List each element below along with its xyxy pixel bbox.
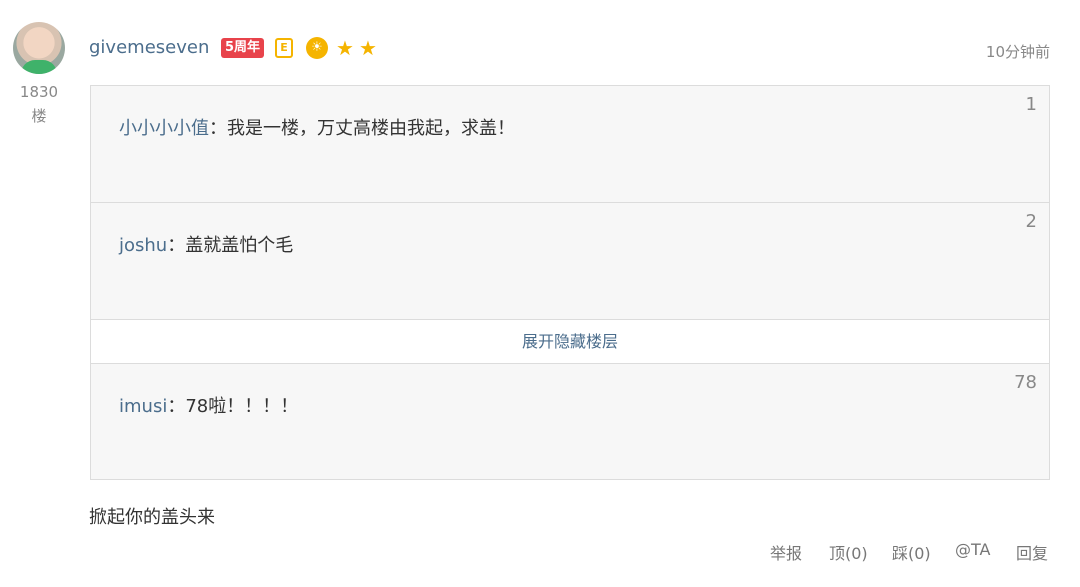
quote-item: joshu：盖就盖怕个毛 2 xyxy=(91,203,1049,320)
mention-button[interactable]: @TA xyxy=(955,540,990,559)
star-icon: ★ xyxy=(359,36,377,60)
downvote-button[interactable]: 踩(0) xyxy=(892,540,931,564)
quote-content: joshu：盖就盖怕个毛 xyxy=(119,231,293,257)
quote-content: imusi：78啦！！！！ xyxy=(119,392,298,418)
username-link[interactable]: givemeseven xyxy=(89,37,209,58)
report-button[interactable]: 举报 xyxy=(770,540,802,564)
quote-thread: 小小小小值：我是一楼，万丈高楼由我起，求盖！ 1 joshu：盖就盖怕个毛 2 … xyxy=(90,85,1050,480)
quote-floor-index: 2 xyxy=(1025,211,1037,232)
quote-separator: ： xyxy=(209,118,227,139)
quote-item: imusi：78啦！！！！ 78 xyxy=(91,364,1049,479)
comment-text: 掀起你的盖头来 xyxy=(89,507,215,528)
quote-username[interactable]: 小小小小值 xyxy=(119,118,209,139)
expand-hidden-floors-button[interactable]: 展开隐藏楼层 xyxy=(91,320,1049,364)
quote-username[interactable]: imusi xyxy=(119,396,167,417)
quote-text: 我是一楼，万丈高楼由我起，求盖！ xyxy=(227,118,515,139)
quote-floor-index: 1 xyxy=(1025,94,1037,115)
quote-text: 78啦！！！！ xyxy=(185,396,299,417)
quote-text: 盖就盖怕个毛 xyxy=(185,235,294,256)
quote-item: 小小小小值：我是一楼，万丈高楼由我起，求盖！ 1 xyxy=(91,86,1049,203)
quote-floor-index: 78 xyxy=(1014,372,1037,393)
quote-username[interactable]: joshu xyxy=(119,235,167,256)
quote-content: 小小小小值：我是一楼，万丈高楼由我起，求盖！ xyxy=(119,114,515,140)
reply-button[interactable]: 回复 xyxy=(1016,540,1048,564)
floor-unit: 楼 xyxy=(31,107,47,125)
medal-icon: ☀ xyxy=(306,37,328,59)
star-icon: ★ xyxy=(336,36,354,60)
floor-number: 1830 楼 xyxy=(14,80,64,128)
quote-separator: ： xyxy=(167,396,186,417)
document-badge-icon: E xyxy=(275,38,293,58)
upvote-button[interactable]: 顶(0) xyxy=(829,540,868,564)
avatar[interactable] xyxy=(13,22,65,74)
quote-separator: ： xyxy=(167,235,186,256)
comment-timestamp: 10分钟前 xyxy=(985,43,1050,61)
anniversary-badge: 5周年 xyxy=(221,38,265,58)
floor-number-value: 1830 xyxy=(19,83,59,101)
